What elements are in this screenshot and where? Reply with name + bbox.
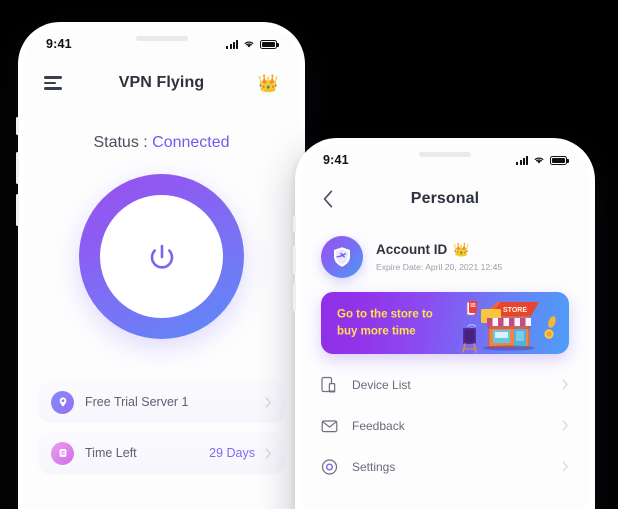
crown-icon[interactable]: 👑 (258, 75, 279, 92)
phone-left-device: 9:41 VPN Flying 👑 Status : Connected Fre… (16, 22, 305, 509)
chevron-right-icon (562, 379, 568, 390)
power-button-inner (100, 195, 223, 318)
phone-left-screen: 9:41 VPN Flying 👑 Status : Connected Fre… (24, 28, 299, 509)
chevron-right-icon (562, 461, 568, 472)
row-free-trial-server[interactable]: Free Trial Server 1 (38, 381, 285, 423)
location-pin-icon (51, 390, 74, 414)
left-row-list: Free Trial Server 1 Time Left 29 Days (24, 381, 299, 474)
menu-item-label: Feedback (352, 418, 405, 433)
banner-text: Go to the store to buy more time (337, 308, 433, 337)
mockup-stage: 9:41 VPN Flying 👑 Status : Connected Fre… (0, 0, 618, 509)
chevron-right-icon (562, 420, 568, 431)
left-nav-bar: VPN Flying 👑 (24, 60, 299, 106)
account-expire-date: Expire Date: April 20, 2021 12:45 (376, 262, 503, 272)
power-icon (150, 244, 173, 269)
signal-bars-icon (516, 155, 528, 165)
account-section[interactable]: Account ID 👑 Expire Date: April 20, 2021… (301, 222, 589, 278)
power-button-area (24, 174, 299, 339)
vpn-status-line: Status : Connected (24, 134, 299, 152)
left-status-bar: 9:41 (24, 28, 299, 60)
right-nav-bar: Personal (301, 176, 589, 222)
page-title: Personal (410, 190, 480, 207)
row-label: Time Left (85, 446, 137, 460)
earpiece-speaker (135, 36, 188, 41)
hamburger-menu-icon[interactable] (44, 76, 62, 90)
store-promo-banner[interactable]: Go to the store to buy more time STORE (321, 292, 569, 354)
row-value: 29 Days (209, 446, 255, 460)
right-menu-list: Device List Feedback Settings (301, 364, 589, 487)
battery-full-icon (260, 39, 279, 49)
phone-right-device: 9:41 Personal Account ID 👑 Expire Date: … (293, 138, 595, 509)
menu-item-label: Device List (352, 377, 411, 392)
menu-item-device-list[interactable]: Device List (301, 364, 589, 405)
storefront-illustration: STORE (462, 301, 556, 353)
account-name: Account ID (376, 242, 448, 257)
chevron-left-icon[interactable] (321, 190, 335, 208)
device-list-icon (321, 376, 338, 394)
battery-full-icon (550, 155, 569, 165)
row-time-left[interactable]: Time Left 29 Days (38, 432, 285, 474)
power-toggle-button[interactable] (79, 174, 244, 339)
settings-gear-icon (321, 458, 338, 476)
shield-plane-logo-icon (321, 236, 363, 278)
status-label: Status : (93, 134, 153, 151)
wifi-icon (244, 41, 254, 48)
menu-item-label: Settings (352, 459, 396, 474)
account-name-row: Account ID 👑 (376, 242, 502, 257)
status-time: 9:41 (46, 37, 72, 51)
phone-right-screen: 9:41 Personal Account ID 👑 Expire Date: … (301, 144, 589, 509)
chevron-right-icon (265, 396, 271, 408)
signal-bars-icon (226, 39, 238, 49)
status-time: 9:41 (323, 153, 349, 167)
right-status-bar: 9:41 (301, 144, 589, 176)
time-document-icon (51, 441, 74, 465)
crown-icon: 👑 (453, 242, 470, 257)
chevron-right-icon (265, 447, 271, 459)
wifi-icon (534, 157, 544, 164)
envelope-icon (321, 417, 338, 435)
row-label: Free Trial Server 1 (85, 395, 189, 409)
status-value: Connected (152, 134, 230, 151)
store-sign-text: STORE (503, 307, 527, 314)
earpiece-speaker (419, 152, 471, 157)
menu-item-feedback[interactable]: Feedback (301, 405, 589, 446)
menu-item-settings[interactable]: Settings (301, 446, 589, 487)
